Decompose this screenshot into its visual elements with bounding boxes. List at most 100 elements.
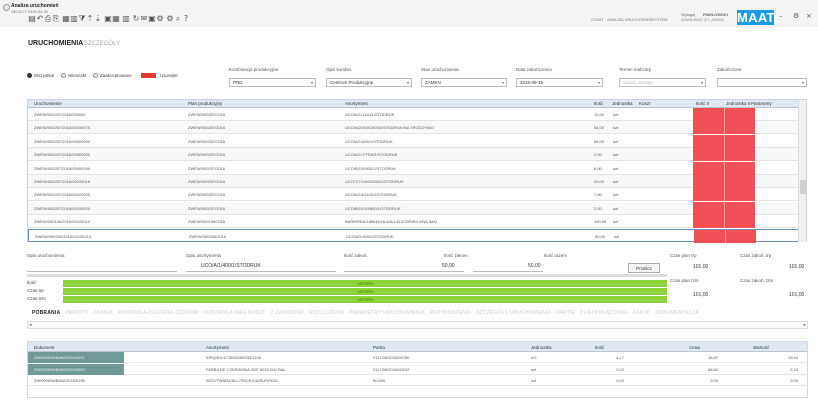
grid-scrollbar[interactable] xyxy=(798,100,806,242)
table-row[interactable]: ZWEW/000257/2016/00100070 ZWEW/000257/201… xyxy=(28,121,799,135)
opis-asortymentu-field[interactable] xyxy=(186,271,336,272)
table-row[interactable]: ZWEW/000255/2016/02100210 ZWEW/000255/201… xyxy=(28,228,799,243)
opis-kombinacji-field[interactable]: Centrum Produkcyjne ▾ xyxy=(326,78,412,87)
jednostka-cell: m2 xyxy=(531,355,537,360)
close-icon[interactable]: × xyxy=(806,12,812,20)
columns-icon[interactable]: ▥ xyxy=(122,14,130,23)
col-header-dokument[interactable]: Dokument xyxy=(34,345,55,350)
progress-label: Czas trp xyxy=(27,288,44,293)
search-icon[interactable]: ⌕ xyxy=(174,14,182,23)
menu-link-analiza[interactable]: ANALIZA URUCHOMIEŃ xyxy=(607,17,652,22)
radio-filter-2[interactable]: Zaakceptowane xyxy=(93,73,132,78)
table-row[interactable]: ZW/000596/BAW/2016/0199 WZO/TWARZ/ALL/TRZ… xyxy=(28,375,808,386)
data-zakonczenia-field[interactable]: 2016-09-15 ▾ xyxy=(516,78,603,87)
tab-3[interactable]: KONTROLA ZLECENIA CZASÓW xyxy=(118,310,199,316)
table-row[interactable]: ZW/000596/BAW/2016/0002 FARBA DE CZERWONA… xyxy=(28,363,808,375)
czas-plan-trp-value: 101,00 xyxy=(693,264,709,270)
col-header-cena[interactable]: Cena xyxy=(689,345,700,350)
table-row[interactable]: ZWEW/000196/2016/00100010 ZWEW/000196/201… xyxy=(28,215,799,229)
tab-5[interactable]: Z ZAWODÓW xyxy=(271,310,304,316)
jednostka-cell: szt xyxy=(531,366,537,372)
col-header-parametry[interactable]: Parametry xyxy=(751,101,772,106)
layout-icon[interactable]: ▣ xyxy=(104,14,112,23)
col-header-jednostka-2[interactable]: Jednostka xyxy=(531,345,552,350)
tab-12[interactable]: ZAKUP xyxy=(633,310,651,316)
termin-select[interactable]: ostatni miesiąc ▾ xyxy=(619,78,706,87)
kombinacja-select[interactable]: PRD ▾ xyxy=(229,78,316,87)
col-header-ilosc-2[interactable]: Ilość xyxy=(595,345,604,350)
module-tab-szczegoly[interactable]: SZCZEGÓŁY xyxy=(84,41,120,47)
ilosc-zakon-field[interactable] xyxy=(344,271,464,272)
refresh-icon[interactable]: ↻ xyxy=(132,14,140,23)
col-header-plan[interactable]: Plan produkcyjny xyxy=(188,101,222,106)
scroll-right-icon[interactable]: ▸ xyxy=(803,322,806,328)
menu-link-start[interactable]: START xyxy=(591,17,604,22)
col-header-asortyment-2[interactable]: Asortyment xyxy=(206,345,229,350)
config-icon[interactable]: ⚙ xyxy=(156,14,164,23)
settings-icon[interactable]: ⚙ xyxy=(793,12,799,20)
tab-6[interactable]: ROZLICZENIA xyxy=(309,310,344,316)
tab-2[interactable]: ZDANIA xyxy=(93,310,113,316)
stan-select[interactable]: ZAMKN ▾ xyxy=(421,78,507,87)
print-icon[interactable]: ⎙ xyxy=(44,14,52,23)
tab-8[interactable]: PRZYNOSZENIA xyxy=(430,310,471,316)
export-excel-icon[interactable]: ▦ xyxy=(62,14,70,23)
table-row[interactable]: ZWEW/000257/2016/00100000 ZWEW/000257/201… xyxy=(28,188,799,202)
przelicz-button[interactable]: Przelicz xyxy=(628,263,660,273)
radio-dot[interactable] xyxy=(61,73,66,78)
col-header-koszt[interactable]: Koszt xyxy=(639,101,650,106)
table-row[interactable]: ZWEW/000257/2016/00200018 ZWEW/000257/201… xyxy=(28,175,799,188)
scroll-left-icon[interactable]: ◂ xyxy=(29,322,32,328)
sort-desc-icon[interactable]: ⇣ xyxy=(94,14,102,23)
radio-dot[interactable] xyxy=(27,73,32,78)
grid-scroll-thumb[interactable] xyxy=(800,180,806,194)
module-title[interactable]: URUCHOMIENIA xyxy=(28,40,83,47)
help-icon[interactable]: ? xyxy=(182,14,190,23)
table-row[interactable]: ZWEW/000257/2016/00000000 ZWEW/000257/201… xyxy=(28,134,799,148)
grid-icon[interactable]: ▦ xyxy=(112,14,120,23)
ilosc-cell: 100,00 xyxy=(594,219,607,225)
tab-7[interactable]: PARAMETRY URUCHOMIENIA xyxy=(349,310,425,316)
radio-dot[interactable] xyxy=(93,73,98,78)
table-row[interactable]: ZWEW/000257/2016/00400040 ZWEW/000257/201… xyxy=(28,161,799,175)
tab-11[interactable]: PLIKI DOŁĄCZONE xyxy=(580,310,628,316)
col-header-asortyment[interactable]: Asortyment xyxy=(345,101,368,106)
user-action[interactable]: Wyloguj xyxy=(681,12,695,17)
col-header-jednostka-ii[interactable]: Jednostka II xyxy=(726,101,750,106)
czas-zakon-trp-label: Czas zakoń. trp xyxy=(740,253,772,258)
col-header-ilosc-ii[interactable]: Ilość II xyxy=(696,101,709,106)
tabs-scrollbar[interactable]: ◂ ▸ xyxy=(27,321,808,329)
radio-filter-0[interactable]: Wszystkie xyxy=(27,73,54,78)
tab-13[interactable]: DOKUMENTACJA xyxy=(655,310,698,316)
minimize-icon[interactable]: – xyxy=(779,12,783,20)
col-header-partia[interactable]: Partia xyxy=(373,345,385,350)
print-preview-icon[interactable]: ⎘ xyxy=(52,14,60,23)
table-row[interactable]: ZWEW/000257/2016/00100020 ZWEW/000257/201… xyxy=(28,201,799,215)
menu-link-system[interactable]: SYSTEM xyxy=(651,17,667,22)
save-icon[interactable]: ▣ xyxy=(148,14,156,23)
undo-icon[interactable]: ↶ xyxy=(36,14,44,23)
tab-10[interactable]: PARTIE xyxy=(556,310,575,316)
table-row[interactable]: ZWEW/000257/2016/00500000 ZWEW/000257/201… xyxy=(28,148,799,162)
col-header-wartosc[interactable]: Wartość xyxy=(753,345,769,350)
opis-uruchomienia-field[interactable] xyxy=(27,271,177,272)
email-icon[interactable]: ✉ xyxy=(140,14,148,23)
sort-asc-icon[interactable]: ⇡ xyxy=(86,14,94,23)
zakonczone-select[interactable]: ▾ xyxy=(717,78,807,87)
col-header-uruchomienie[interactable]: Uruchomienie xyxy=(34,101,62,106)
tab-0[interactable]: POBRANIA xyxy=(32,310,60,316)
open-icon[interactable]: ▤ xyxy=(28,14,36,23)
col-header-jednostka[interactable]: Jednostka xyxy=(612,101,633,106)
export-pdf-icon[interactable]: ▥ xyxy=(70,14,78,23)
ilosc-zlec-field[interactable] xyxy=(473,271,543,272)
table-row[interactable]: ZWEW/000257/2016/000000 ZWEW/000257/2016 U… xyxy=(28,108,799,121)
table-row[interactable]: ZW/000596/BAW/2016/0001 KRIQ/EK/17/3040/3… xyxy=(28,352,808,363)
tab-9[interactable]: SZCZEGÓŁY URUCHOMIENIA xyxy=(476,310,551,316)
tab-1[interactable]: ZWROTY xyxy=(65,310,88,316)
asortyment-cell: UCO/A/1/1110/1/STODRUK xyxy=(345,112,395,117)
settings-icon[interactable]: ⚙ xyxy=(166,14,174,23)
filter-icon[interactable]: ⧩ xyxy=(78,14,86,23)
radio-filter-1[interactable]: Wieszakt xyxy=(61,73,86,78)
tab-4[interactable]: KONTROLA WAG KOSZT xyxy=(204,310,266,316)
col-header-ilosc[interactable]: Ilość xyxy=(594,101,603,106)
